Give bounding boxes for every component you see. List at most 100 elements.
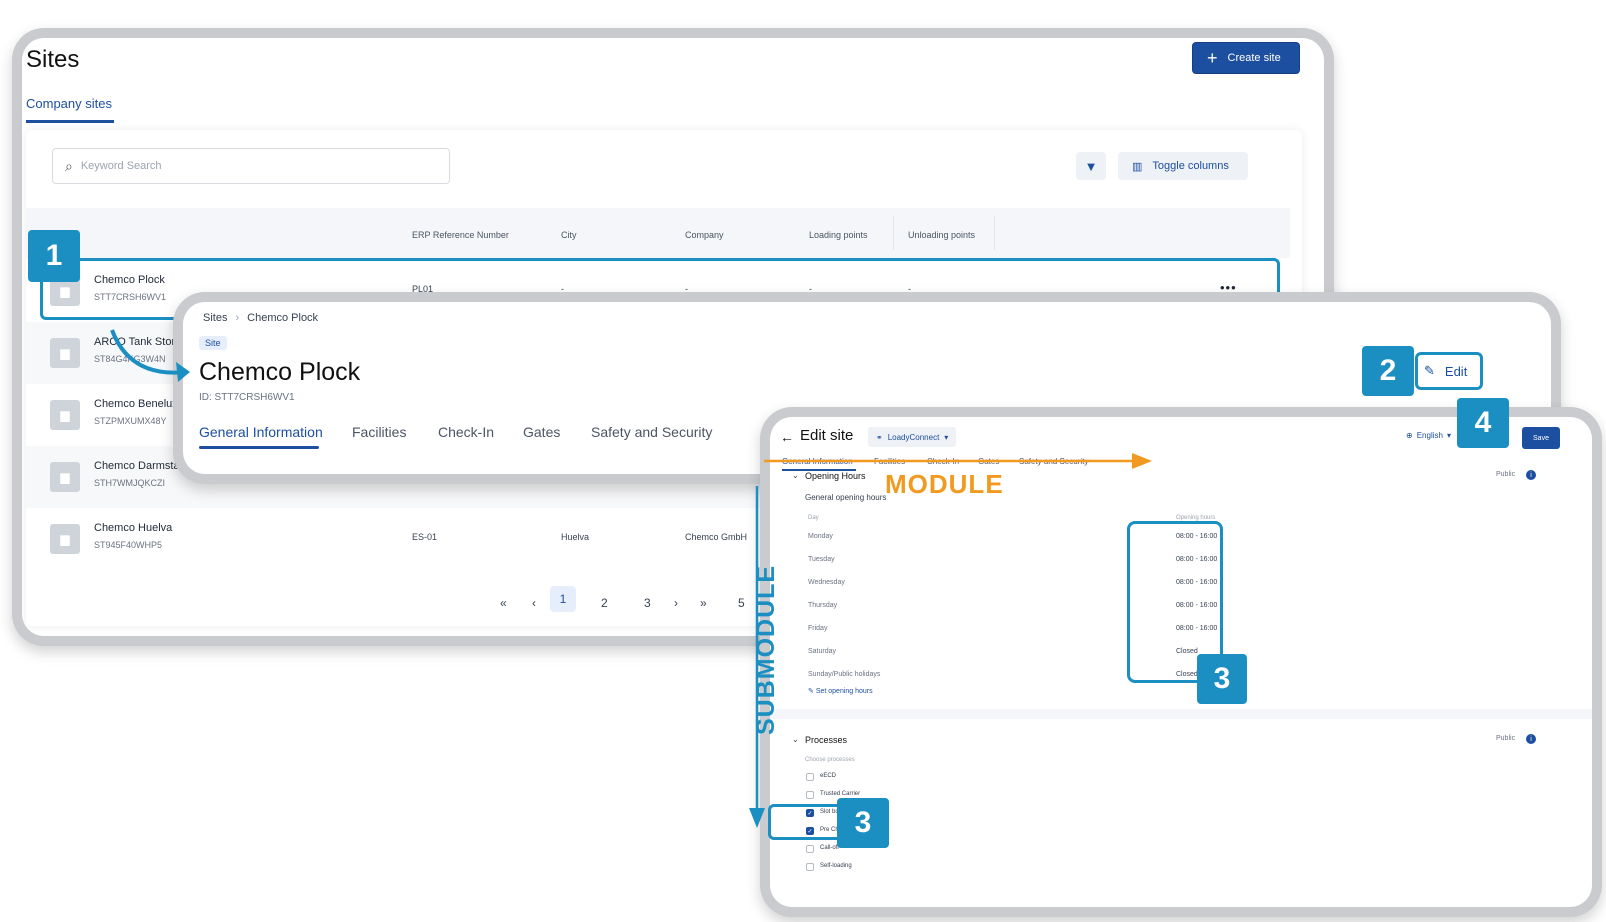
tab-safety-and-security[interactable]: Safety and Security — [1019, 457, 1088, 466]
column-header-city[interactable]: City — [561, 230, 577, 240]
visibility-label: Public — [1496, 471, 1516, 478]
filter-icon: ▼ — [1084, 158, 1098, 174]
caret-down-icon: ▾ — [944, 432, 949, 442]
pagination-last[interactable]: » — [700, 596, 707, 610]
caret-down-icon: ▾ — [1446, 431, 1451, 440]
site-thumbnail-icon: ▆ — [50, 524, 80, 554]
process-label: Trusted Carrier — [820, 791, 861, 797]
search-input[interactable]: ⌕ Keyword Search — [52, 148, 450, 184]
create-site-button[interactable]: + Create site — [1192, 42, 1300, 74]
process-label: Call-off — [820, 845, 839, 851]
toggle-columns-button[interactable]: ▥ Toggle columns — [1118, 152, 1248, 180]
process-checkbox-trusted-carrier[interactable] — [806, 791, 814, 799]
breadcrumb-current: Chemco Plock — [247, 312, 319, 324]
opening-hours-section: Opening Hours — [805, 471, 866, 481]
site-title: Chemco Plock — [199, 358, 361, 386]
search-icon: ⌕ — [65, 157, 73, 174]
column-header-loading-points[interactable]: Loading points — [809, 230, 868, 240]
info-icon[interactable]: i — [1526, 470, 1536, 480]
edit-label: Edit — [1444, 363, 1468, 379]
visibility-label: Public — [1496, 735, 1516, 742]
chevron-right-icon: › — [235, 312, 240, 324]
site-id: STH7WMJQKCZI — [94, 478, 165, 488]
tab-gates[interactable]: Gates — [978, 457, 999, 466]
chevron-down-icon[interactable]: ⌄ — [792, 471, 799, 480]
pagination-first[interactable]: « — [500, 596, 507, 610]
tab-check-in[interactable]: Check-In — [927, 457, 959, 466]
site-erp: ES-01 — [412, 532, 438, 542]
site-id: ST945F40WHP5 — [94, 540, 163, 550]
site-chip: Site — [199, 336, 227, 350]
tab-facilities[interactable]: Facilities — [352, 424, 406, 440]
step-badge-3: 3 — [837, 798, 889, 848]
section-divider — [770, 709, 1592, 719]
pencil-icon: ✎ — [1424, 363, 1435, 378]
language-selector[interactable]: ⊕ English ▾ — [1406, 431, 1451, 440]
pagination-page-current[interactable]: 1 — [550, 586, 576, 612]
day-label: Saturday — [808, 648, 837, 655]
column-day: Day — [808, 515, 819, 521]
breadcrumb-sites[interactable]: Sites — [203, 312, 227, 324]
site-id: ST84G4KG3W4N — [94, 354, 166, 364]
step-badge-1: 1 — [28, 230, 80, 282]
day-label: Wednesday — [808, 579, 845, 586]
process-checkbox-self-loading[interactable] — [806, 863, 814, 871]
pencil-icon: ✎ — [808, 688, 816, 695]
tab-underline — [199, 446, 319, 449]
submodule-arrow-head — [749, 808, 765, 828]
table-header — [26, 208, 1290, 258]
set-opening-hours-link[interactable]: ✎ Set opening hours — [808, 687, 873, 695]
pagination-page[interactable]: 5 — [738, 596, 745, 610]
day-label: Thursday — [808, 602, 838, 609]
process-label: eECD — [820, 773, 837, 779]
breadcrumb: Sites › Chemco Plock — [203, 312, 318, 324]
step-badge-4: 4 — [1457, 398, 1509, 448]
app-icon: ⚭ — [876, 432, 883, 442]
tab-company-sites[interactable]: Company sites — [26, 96, 112, 111]
info-icon[interactable]: i — [1526, 734, 1536, 744]
tab-safety-and-security[interactable]: Safety and Security — [591, 424, 712, 440]
site-thumbnail-icon: ▆ — [50, 400, 80, 430]
pagination-prev[interactable]: ‹ — [532, 596, 536, 610]
page-title: Sites — [26, 46, 80, 73]
day-label: Monday — [808, 533, 833, 540]
day-label: Tuesday — [808, 556, 835, 563]
pagination-page[interactable]: 3 — [644, 596, 651, 610]
pagination-page[interactable]: 2 — [601, 596, 608, 610]
processes-hint: Choose processes — [805, 757, 855, 763]
language-label: English — [1416, 431, 1443, 440]
process-checkbox-eecd[interactable] — [806, 773, 814, 781]
pagination-next[interactable]: › — [674, 596, 678, 610]
tab-general-information[interactable]: General Information — [782, 457, 853, 466]
chevron-down-icon[interactable]: ⌄ — [792, 735, 799, 744]
general-opening-hours: General opening hours — [805, 493, 887, 502]
tab-underline — [26, 120, 114, 123]
app-name: LoadyConnect — [887, 432, 940, 442]
filter-button[interactable]: ▼ — [1076, 152, 1106, 180]
back-arrow-icon[interactable]: ← — [780, 429, 794, 445]
site-thumbnail-icon: ▆ — [50, 338, 80, 368]
process-checkbox-call-off[interactable] — [806, 845, 814, 853]
edit-button[interactable]: ✎ Edit — [1415, 352, 1483, 390]
step-badge-3: 3 — [1197, 654, 1247, 704]
app-selector[interactable]: ⚭ LoadyConnect ▾ — [868, 427, 957, 447]
tab-check-in[interactable]: Check-In — [438, 424, 494, 440]
columns-icon: ▥ — [1132, 160, 1143, 173]
tab-general-information[interactable]: General Information — [199, 424, 323, 440]
site-name: Chemco Huelva — [94, 522, 173, 534]
plus-icon: + — [1207, 48, 1218, 68]
tab-facilities[interactable]: Facilities — [874, 457, 905, 466]
globe-icon: ⊕ — [1406, 431, 1413, 440]
column-separator — [994, 216, 995, 250]
tab-gates[interactable]: Gates — [523, 424, 560, 440]
save-button[interactable]: Save — [1522, 427, 1560, 449]
column-header-erp[interactable]: ERP Reference Number — [412, 230, 509, 240]
site-company: Chemco GmbH — [685, 532, 748, 542]
column-header-unloading-points[interactable]: Unloading points — [908, 230, 975, 240]
site-name: ARCO Tank Storage — [94, 336, 194, 348]
module-label: MODULE — [885, 469, 1004, 499]
column-header-company[interactable]: Company — [685, 230, 724, 240]
step-badge-2: 2 — [1362, 346, 1414, 396]
site-name: Chemco Benelux — [94, 398, 178, 410]
day-label: Friday — [808, 625, 828, 632]
